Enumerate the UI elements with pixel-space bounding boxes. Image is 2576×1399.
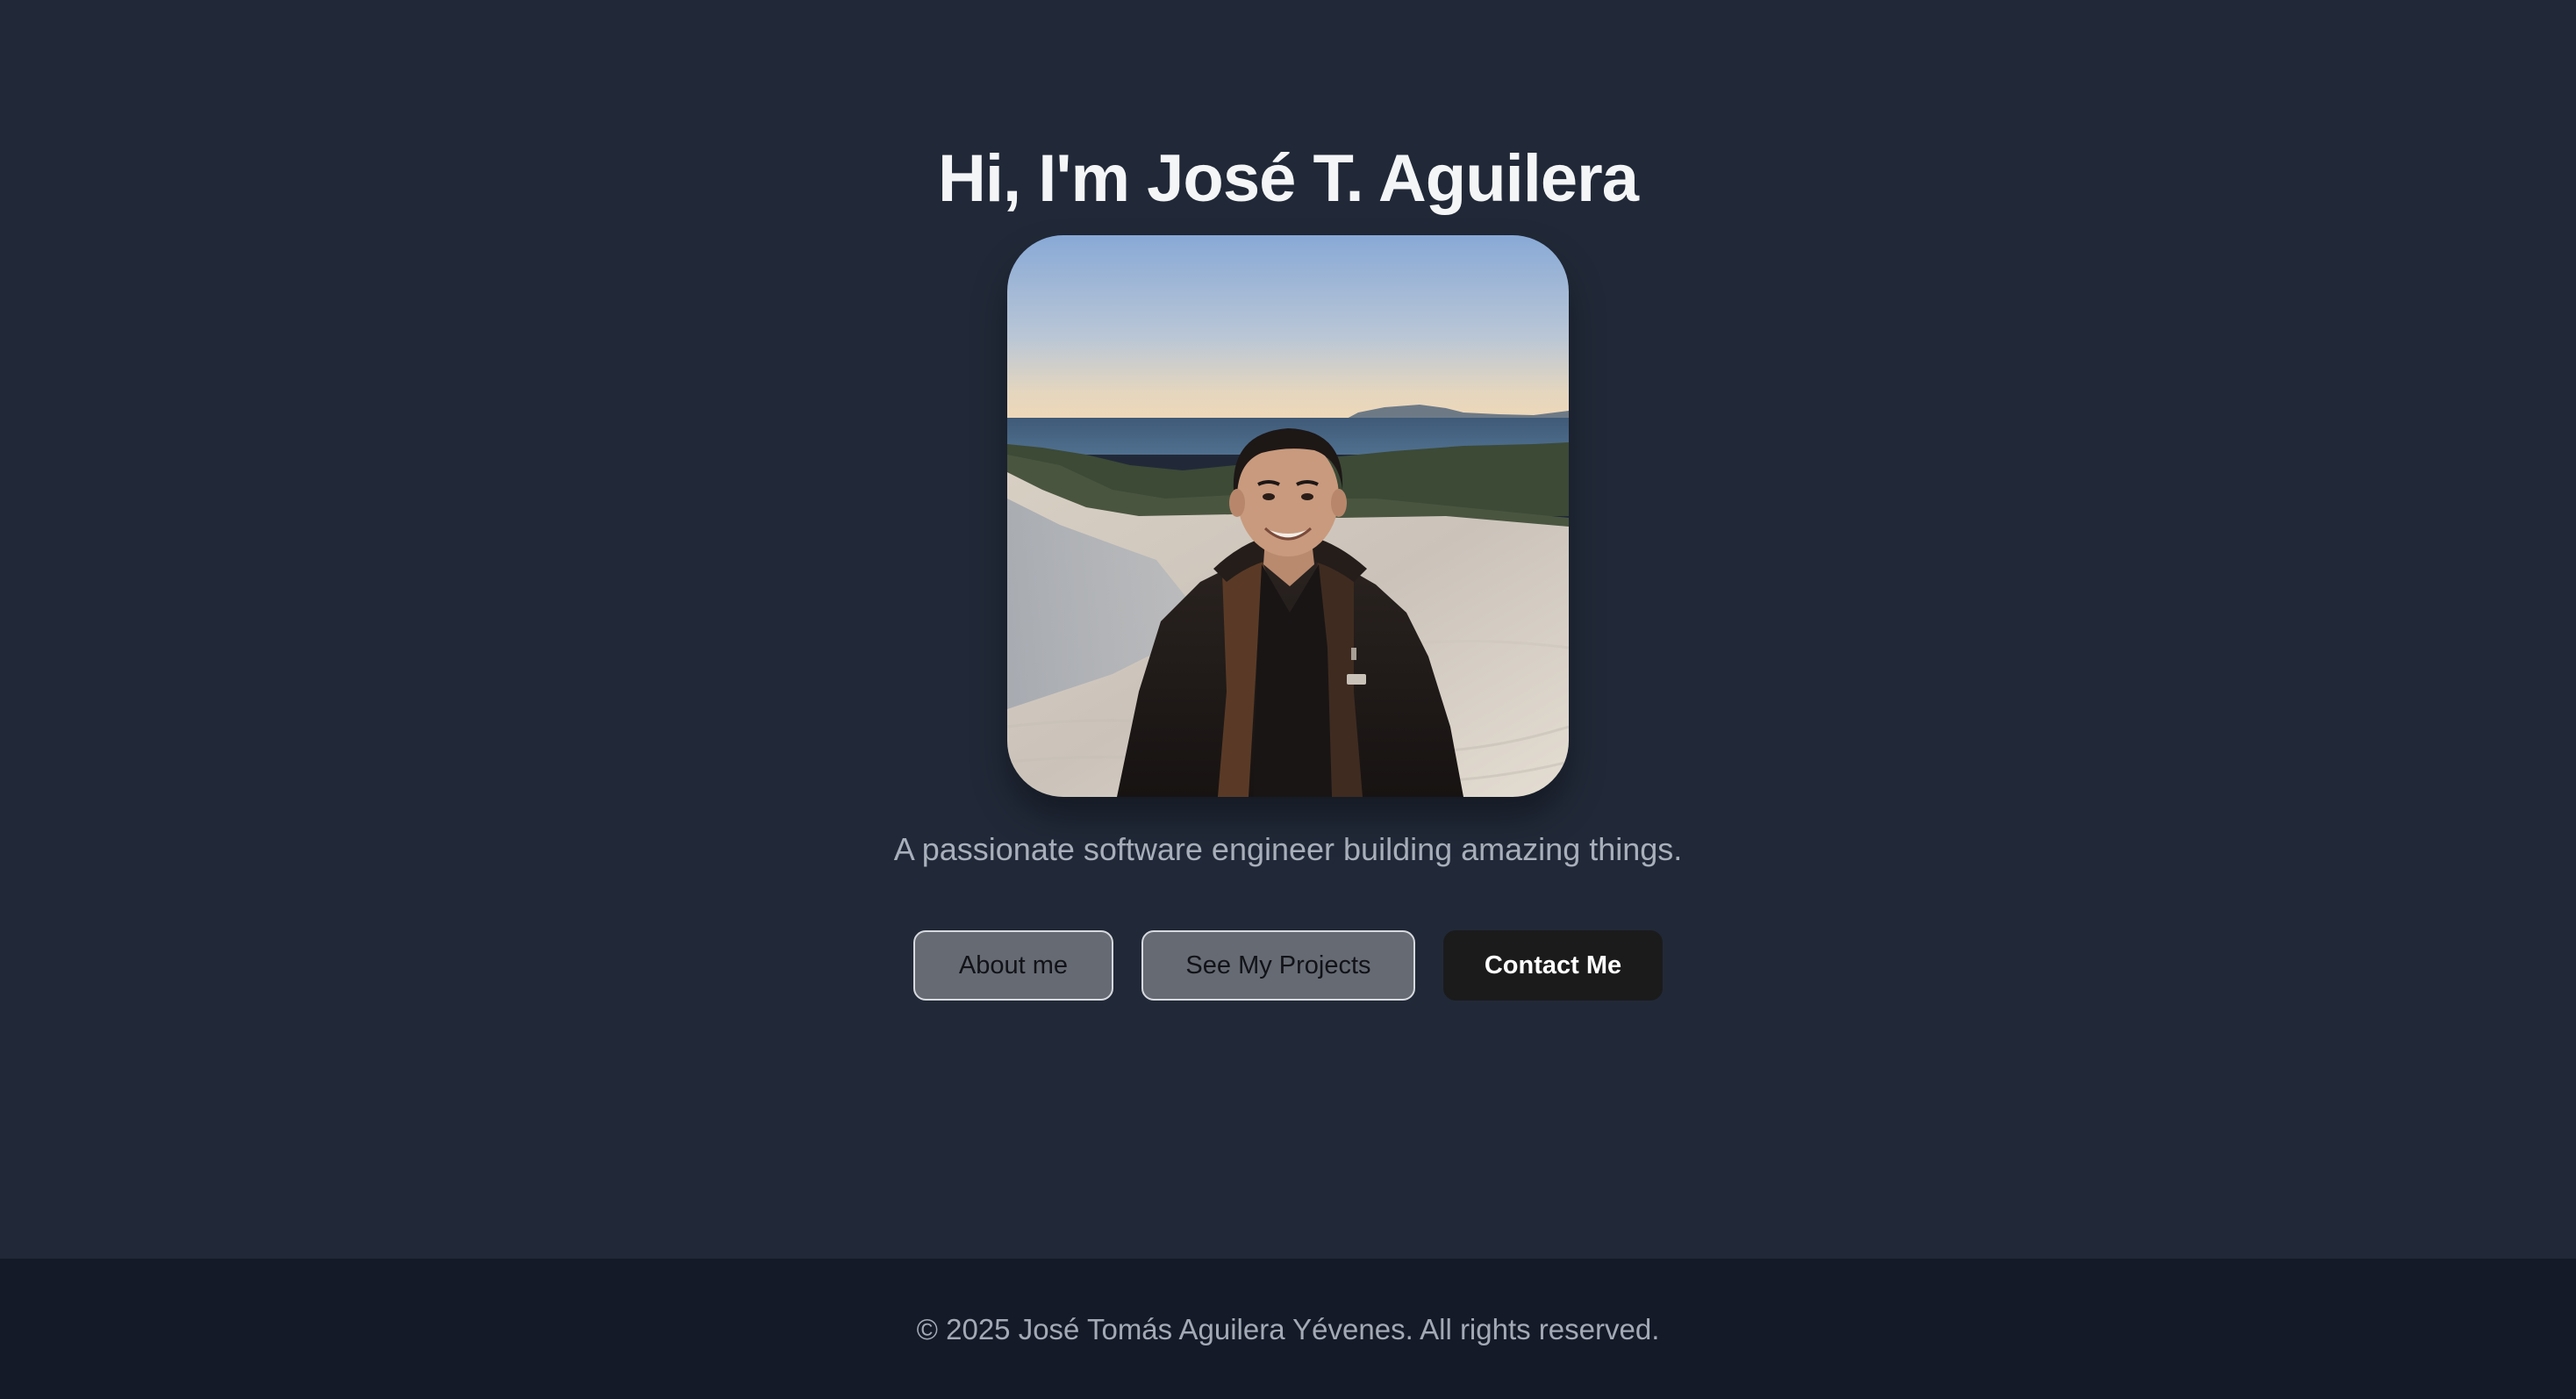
tagline: A passionate software engineer building … [893, 831, 1683, 867]
hero-actions: About me See My Projects Contact Me [913, 930, 1663, 1001]
page: Hi, I'm José T. Aguilera A passionate so… [0, 0, 2576, 1399]
profile-photo-image [1007, 235, 1569, 797]
see-projects-button[interactable]: See My Projects [1141, 930, 1415, 1001]
profile-photo [1007, 235, 1569, 797]
hero-section: Hi, I'm José T. Aguilera A passionate so… [0, 0, 2576, 1259]
footer: © 2025 José Tomás Aguilera Yévenes. All … [0, 1259, 2576, 1399]
page-title: Hi, I'm José T. Aguilera [938, 141, 1639, 216]
contact-me-button[interactable]: Contact Me [1443, 930, 1663, 1001]
about-me-button[interactable]: About me [913, 930, 1113, 1001]
footer-copyright: © 2025 José Tomás Aguilera Yévenes. All … [916, 1313, 1660, 1345]
